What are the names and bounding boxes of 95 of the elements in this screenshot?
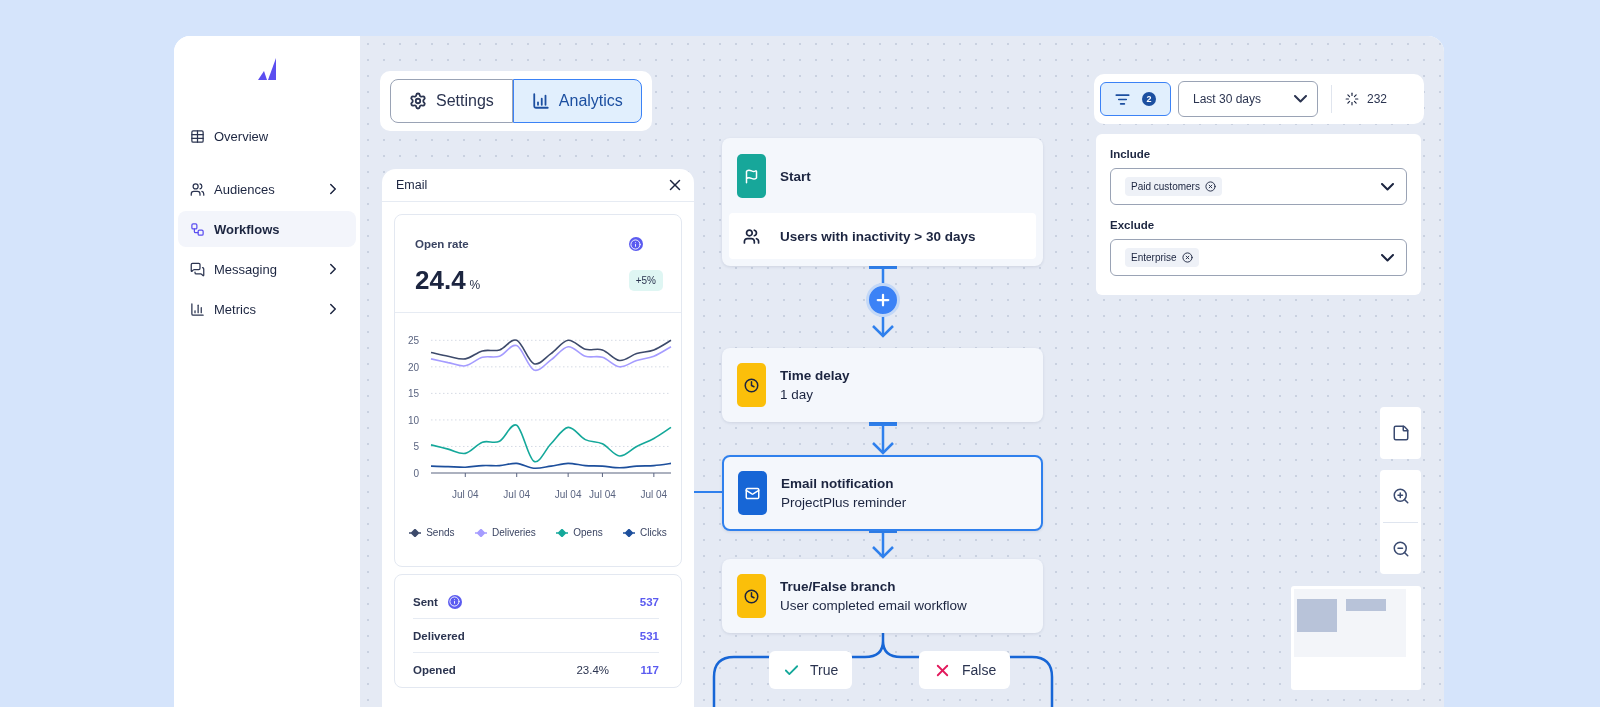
remove-icon: [1181, 252, 1193, 263]
zoom-in-icon: [1391, 487, 1410, 505]
connector-arrow: [869, 422, 897, 455]
view-tab[interactable]: Analytics: [512, 79, 642, 123]
multi-select[interactable]: Enterprise: [1110, 239, 1407, 276]
metric-label: Open rate: [415, 238, 470, 250]
tick-mark: [567, 472, 569, 478]
node-title: Time delay: [780, 368, 850, 383]
axis-label: Jul 04: [554, 489, 582, 500]
legend-label: Clicks: [640, 527, 667, 538]
chart-icon: [531, 92, 550, 110]
chevron-icon: [1381, 182, 1394, 191]
axis-label: 5: [413, 441, 419, 453]
users-icon: [190, 181, 205, 197]
condition-text: Users with inactivity > 30 days: [780, 228, 976, 244]
axis-label: 10: [407, 414, 419, 426]
users-icon: [743, 227, 760, 245]
branch-text: True: [810, 662, 839, 678]
node-title: Start: [780, 168, 811, 184]
filter-icon: [1115, 91, 1130, 107]
stat-count: 531: [638, 629, 659, 642]
period-select[interactable]: Last 30 days: [1178, 81, 1318, 117]
table-icon: [190, 128, 205, 144]
axis-label: Jul 04: [589, 489, 616, 500]
tick-mark: [464, 472, 466, 478]
sidebar-item[interactable]: Workflows: [178, 211, 356, 247]
info-icon[interactable]: [628, 237, 643, 251]
workflow-node[interactable]: Email notification ProjectPlus reminder: [722, 455, 1043, 531]
flag-icon: [744, 168, 759, 184]
sticky-note-icon: [1391, 424, 1410, 442]
axis-label: 20: [407, 361, 419, 373]
settings-icon: [409, 92, 427, 110]
sidebar-item[interactable]: Metrics: [178, 291, 356, 327]
loader-icon: [1345, 92, 1359, 106]
tag-chip[interactable]: Enterprise: [1125, 248, 1199, 267]
legend-label: Sends: [426, 527, 455, 538]
branch-label[interactable]: True: [769, 651, 853, 689]
axis-label: Jul 04: [640, 489, 668, 500]
plus-icon: [874, 291, 892, 309]
node-title: True/False branch: [780, 579, 897, 594]
stat-label: Opened: [413, 664, 456, 676]
filter-button[interactable]: 2: [1100, 82, 1171, 116]
info-icon[interactable]: [447, 594, 462, 609]
sidebar-item[interactable]: Overview: [178, 118, 356, 154]
workflow-icon: [190, 221, 205, 237]
node-title: Email notification: [781, 476, 895, 491]
chevron-icon: [1294, 95, 1307, 103]
clock-icon: [744, 588, 759, 604]
legend-label: Opens: [573, 527, 603, 538]
count-badge: 2: [1142, 92, 1156, 106]
sidebar-item[interactable]: Messaging: [178, 251, 356, 287]
node-detail: User completed email workflow: [780, 598, 967, 613]
panel-title: Email: [396, 178, 428, 192]
logo-icon: [258, 58, 278, 80]
add-step-button[interactable]: [866, 283, 900, 317]
remove-icon: [1204, 181, 1216, 192]
field-label: Exclude: [1110, 219, 1156, 231]
axis-label: 15: [407, 388, 419, 400]
axis-label: Jul 04: [451, 489, 479, 500]
total-count: 232: [1367, 92, 1388, 106]
branch-label[interactable]: False: [919, 651, 1011, 689]
legend-label: Deliveries: [491, 527, 536, 538]
workflow-node[interactable]: True/False branch User completed email workflow: [722, 559, 1043, 633]
stat-count: 117: [639, 664, 659, 676]
node-detail: ProjectPlus reminder: [781, 495, 907, 510]
view-tab[interactable]: Settings: [390, 79, 513, 123]
tick-mark: [516, 472, 518, 478]
workflow-node[interactable]: Start Users with inactivity > 30 days: [722, 138, 1043, 266]
node-detail: 1 day: [780, 387, 815, 402]
sidebar-item[interactable]: Audiences: [178, 171, 356, 207]
change-badge: +5%: [628, 270, 663, 291]
chevron-icon: [1381, 253, 1394, 262]
stat-label: Sent: [413, 595, 438, 608]
metric-value: 24.4: [415, 265, 466, 296]
workflow-node[interactable]: Time delay 1 day: [722, 348, 1043, 422]
trigger-condition[interactable]: Users with inactivity > 30 days: [729, 213, 1036, 259]
axis-label: 25: [407, 335, 419, 347]
axis-label: Jul 04: [503, 489, 531, 500]
tick-mark: [601, 472, 603, 478]
tag-chip[interactable]: Paid customers: [1125, 177, 1222, 196]
bar-chart-icon: [190, 301, 205, 317]
metric-unit: %: [469, 278, 481, 292]
tick-mark: [653, 472, 655, 478]
multi-select[interactable]: Paid customers: [1110, 168, 1407, 205]
zoom-out-icon: [1391, 539, 1410, 558]
connector-line: [693, 491, 723, 493]
stat-label: Delivered: [413, 629, 465, 642]
chat-icon: [190, 261, 205, 277]
stat-percent: 23.4%: [575, 664, 609, 676]
mail-icon: [745, 485, 760, 501]
stat-count: 537: [638, 595, 659, 608]
axis-label: 0: [413, 468, 419, 479]
branch-text: False: [962, 662, 997, 678]
clock-icon: [744, 377, 759, 393]
field-label: Include: [1110, 148, 1152, 160]
